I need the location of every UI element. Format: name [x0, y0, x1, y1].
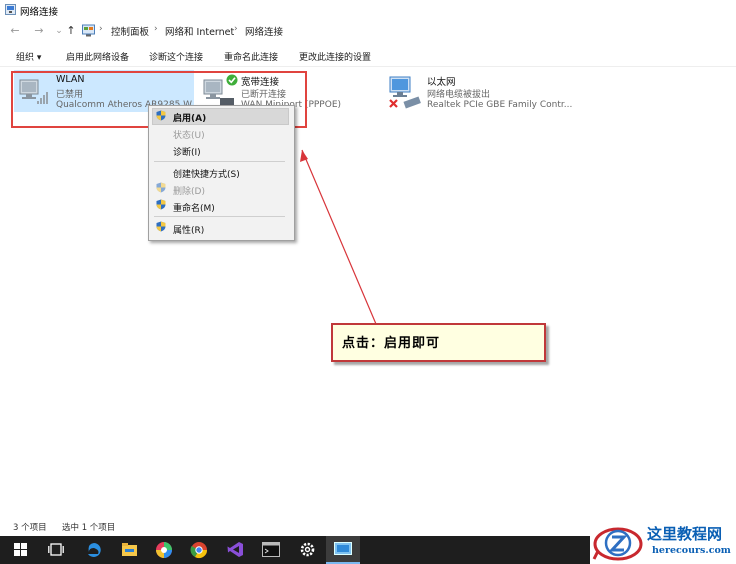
- forward-button[interactable]: →: [32, 24, 46, 38]
- edge-browser-icon[interactable]: [86, 542, 102, 558]
- item-count: 3 个项目: [13, 523, 47, 533]
- organize-button[interactable]: 组织 ▾: [16, 50, 41, 63]
- watermark-logo-icon: [592, 527, 643, 561]
- rename-button[interactable]: 重命名此连接: [224, 50, 278, 63]
- breadcrumb-control-panel[interactable]: 控制面板: [111, 24, 149, 38]
- context-menu-item-delete[interactable]: 删除(D): [173, 184, 205, 197]
- context-menu-item-properties[interactable]: 属性(R): [173, 223, 204, 236]
- visual-studio-icon[interactable]: [227, 541, 244, 558]
- terminal-icon[interactable]: [262, 542, 280, 557]
- context-menu-item-create-shortcut[interactable]: 创建快捷方式(S): [173, 167, 240, 180]
- window-title: 网络连接: [20, 7, 59, 18]
- context-menu-label: 启用(A): [173, 114, 207, 124]
- diagnose-button[interactable]: 诊断这个连接: [149, 50, 203, 63]
- connection-item-ethernet[interactable]: [384, 70, 570, 112]
- title-bar: 网络连接: [0, 0, 736, 20]
- settings-gear-icon[interactable]: [299, 541, 316, 558]
- address-bar: ← → ⌄ ↑ › 控制面板 › 网络和 Internet › 网络连接: [0, 20, 736, 42]
- menu-separator: [154, 216, 285, 217]
- network-connections-taskbar-icon: [334, 542, 352, 555]
- back-button[interactable]: ←: [8, 24, 22, 38]
- context-menu-item-diagnose[interactable]: 诊断(I): [173, 145, 201, 158]
- watermark-title: 这里教程网: [647, 525, 723, 543]
- uac-shield-icon: [156, 221, 166, 232]
- watermark-url: herecours.com: [652, 545, 731, 556]
- enable-device-button[interactable]: 启用此网络设备: [66, 50, 129, 63]
- callout-text: 点击：启用即可: [342, 336, 441, 351]
- breadcrumb-network-internet[interactable]: 网络和 Internet: [165, 24, 234, 38]
- command-bar: 组织 ▾ 启用此网络设备 诊断这个连接 重命名此连接 更改此连接的设置: [0, 44, 736, 67]
- task-view-icon[interactable]: [48, 543, 64, 556]
- uac-shield-icon: [156, 182, 166, 193]
- change-settings-button[interactable]: 更改此连接的设置: [299, 50, 371, 63]
- menu-separator: [154, 161, 285, 162]
- breadcrumb-separator: ›: [99, 24, 103, 34]
- context-menu-item-rename[interactable]: 重命名(M): [173, 201, 215, 214]
- breadcrumb-separator: ›: [234, 24, 238, 34]
- context-menu-item-status[interactable]: 状态(U): [173, 128, 205, 141]
- chrome-browser-icon[interactable]: [190, 541, 208, 559]
- selection-count: 选中 1 个项目: [62, 523, 116, 533]
- network-connections-icon: [5, 4, 16, 15]
- start-button-icon[interactable]: [14, 543, 27, 556]
- breadcrumb-network-connections[interactable]: 网络连接: [245, 24, 283, 38]
- control-panel-icon: [82, 24, 95, 37]
- app-colorful-icon[interactable]: [155, 541, 173, 559]
- annotation-arrow: [300, 149, 377, 325]
- breadcrumb-separator: ›: [154, 24, 158, 34]
- uac-shield-icon: [156, 199, 166, 210]
- file-explorer-icon[interactable]: [121, 542, 138, 557]
- up-button[interactable]: ↑: [64, 24, 78, 38]
- uac-shield-icon: [156, 110, 166, 121]
